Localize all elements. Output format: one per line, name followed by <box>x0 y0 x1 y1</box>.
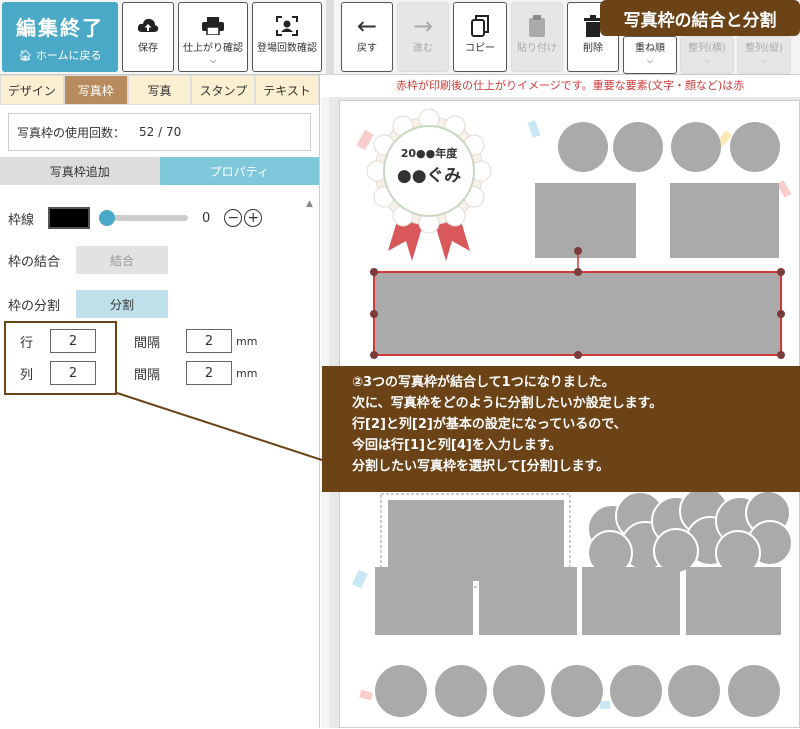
plus-icon[interactable]: + <box>244 209 263 227</box>
tab-add-frame[interactable]: 写真枠追加 <box>0 157 160 185</box>
save-button[interactable]: 保存 <box>122 2 174 72</box>
merge-row: 枠の結合 結合 <box>8 246 169 274</box>
printer-icon <box>179 9 247 43</box>
callout-line-4: 今回は行[1]と列[4]を入力します。 <box>352 438 562 453</box>
tab-text[interactable]: テキスト <box>255 75 319 105</box>
copy-icon <box>454 9 506 43</box>
border-width-slider[interactable] <box>99 210 189 226</box>
paste-button[interactable]: 貼り付け <box>511 2 563 72</box>
cloud-upload-icon <box>123 9 173 43</box>
arrow-right-icon: → <box>412 12 434 40</box>
scroll-up-icon[interactable]: ▲ <box>306 199 313 209</box>
border-row: 枠線 0 − + <box>8 207 263 229</box>
sub-tabs: 写真枠追加 プロパティ <box>0 157 319 185</box>
border-color-swatch[interactable] <box>48 207 91 229</box>
rows-gap-label: 間隔 <box>134 335 161 351</box>
preview-button[interactable]: 仕上がり確認 ⌵ <box>178 2 248 72</box>
callout-line-3: 行[2]と列[2]が基本の設定になっているので、 <box>352 417 627 432</box>
cols-gap-label: 間隔 <box>134 367 161 383</box>
redo-button[interactable]: → 進む <box>397 2 449 72</box>
user-frame-icon <box>253 9 321 43</box>
tab-stamp[interactable]: スタンプ <box>191 75 256 105</box>
home-icon: 🏠︎ <box>18 49 33 62</box>
chevron-down-icon: ⌵ <box>703 56 711 65</box>
minus-icon[interactable]: − <box>224 209 243 227</box>
tab-photo[interactable]: 写真 <box>127 75 192 105</box>
clipboard-icon <box>512 9 562 43</box>
toolbar-separator <box>326 0 334 75</box>
split-button[interactable]: 分割 <box>76 290 169 318</box>
callout-line-2: 次に、写真枠をどのように分割したいか設定します。 <box>352 396 663 411</box>
frame-usage-box: 写真枠の使用回数： 52 / 70 <box>8 113 311 151</box>
badge-class-text: ●●ぐみ <box>396 166 462 186</box>
merge-label: 枠の結合 <box>8 254 61 270</box>
order-button[interactable]: 重ね順 ⌵ <box>623 36 677 74</box>
home-label: ホームに戻る <box>35 49 102 62</box>
callout-line-5: 分割したい写真枠を選択して[分割]します。 <box>352 459 610 474</box>
chevron-down-icon: ⌵ <box>209 56 217 65</box>
usage-value: 52 / 70 <box>139 125 182 139</box>
border-label: 枠線 <box>8 212 35 228</box>
usage-label: 写真枠の使用回数： <box>17 125 126 140</box>
cols-gap-unit: mm <box>236 366 258 380</box>
badge-year-text: 20●●年度 <box>400 147 458 160</box>
chevron-down-icon: ⌵ <box>760 56 768 65</box>
print-area-note: 赤枠が印刷後の仕上がりイメージです。重要な要素(文字・顔など)は赤 <box>321 75 800 97</box>
rows-gap-input[interactable]: 2 <box>186 329 232 353</box>
edit-end-label: 編集終了 <box>16 16 104 40</box>
merged-photo-frame[interactable] <box>370 247 785 359</box>
align-vertical-button[interactable]: 整列(縦) ⌵ <box>737 36 791 74</box>
tutorial-callout: ②3つの写真枠が結合して1つになりました。 次に、写真枠をどのように分割したいか… <box>322 366 800 492</box>
tab-design[interactable]: デザイン <box>0 75 64 105</box>
chevron-down-icon: ⌵ <box>646 56 654 65</box>
merge-button[interactable]: 結合 <box>76 246 169 274</box>
registered-check-button[interactable]: 登場回数確認 <box>252 2 322 72</box>
undo-button[interactable]: ← 戻す <box>341 2 393 72</box>
row-col-highlight <box>4 321 117 395</box>
panel-tabs: デザイン 写真枠 写真 スタンプ テキスト <box>0 75 319 105</box>
toolbar: 編集終了 🏠︎ ホームに戻る 保存 仕上がり確認 ⌵ 登場回数確認 ← 戻す →… <box>0 0 800 75</box>
cols-gap-input[interactable]: 2 <box>186 361 232 385</box>
callout-line-1: ②3つの写真枠が結合して1つになりました。 <box>352 375 615 390</box>
border-width-value: 0 <box>202 210 211 226</box>
copy-button[interactable]: コピー <box>453 2 507 72</box>
tutorial-title-badge: 写真枠の結合と分割 <box>600 0 800 36</box>
left-panel: デザイン 写真枠 写真 スタンプ テキスト 写真枠の使用回数： 52 / 70 … <box>0 75 320 728</box>
rows-gap-unit: mm <box>236 334 258 348</box>
arrow-left-icon: ← <box>356 12 378 40</box>
edit-end-button[interactable]: 編集終了 🏠︎ ホームに戻る <box>2 2 118 72</box>
tab-properties[interactable]: プロパティ <box>159 157 319 185</box>
align-horizontal-button[interactable]: 整列(横) ⌵ <box>680 36 734 74</box>
slider-knob[interactable] <box>99 210 116 226</box>
split-label: 枠の分割 <box>8 298 61 314</box>
tab-photo-frame[interactable]: 写真枠 <box>63 75 128 105</box>
split-row: 枠の分割 分割 <box>8 290 169 318</box>
